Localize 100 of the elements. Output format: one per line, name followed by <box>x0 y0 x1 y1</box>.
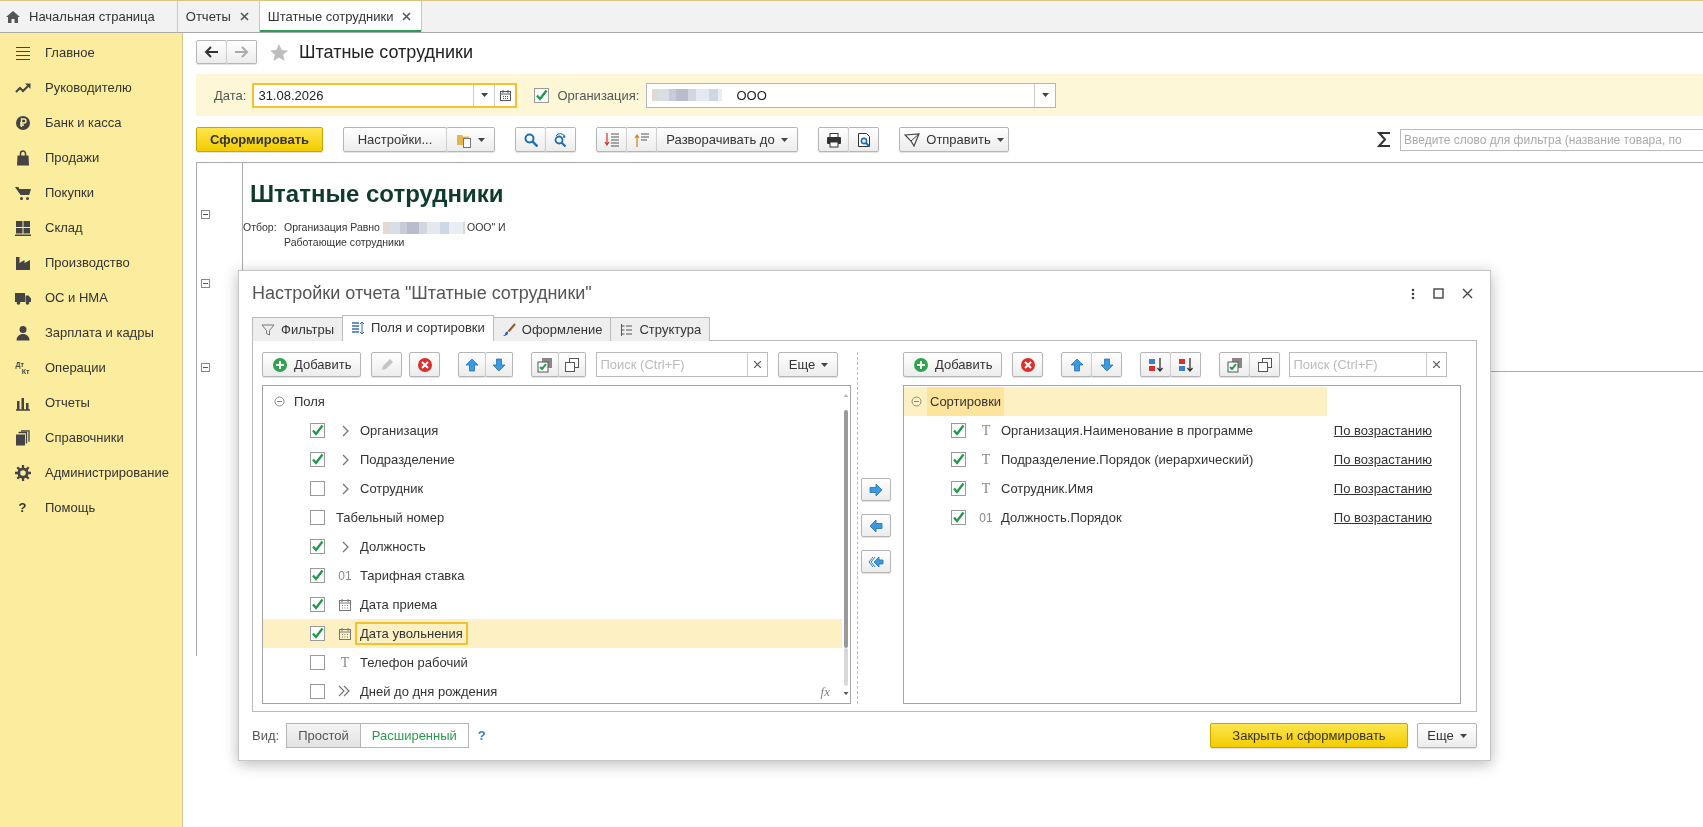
sidebar-item[interactable]: Руководителю <box>0 70 182 105</box>
view-option[interactable]: Расширенный <box>359 723 469 748</box>
delete-button[interactable] <box>1012 352 1044 377</box>
add-button[interactable]: Добавить <box>262 352 362 377</box>
checkbox[interactable] <box>310 481 325 496</box>
tree-row[interactable]: Дата увольнения <box>263 619 842 648</box>
checkbox[interactable] <box>310 452 325 467</box>
collapse-icon[interactable] <box>274 396 285 407</box>
checkbox[interactable] <box>534 87 550 103</box>
checkbox[interactable] <box>310 539 325 554</box>
tree-row[interactable]: Подразделение <box>263 445 842 474</box>
organization-field[interactable]: ООО <box>646 82 1057 108</box>
check-all-button[interactable] <box>531 352 560 377</box>
expand-button[interactable] <box>626 127 657 152</box>
more-button[interactable]: Еще <box>1417 723 1477 748</box>
sort-ascending-button[interactable] <box>1140 352 1172 377</box>
close-icon[interactable] <box>402 12 412 21</box>
checkbox[interactable] <box>951 452 966 467</box>
send-button[interactable]: Отправить <box>899 127 1009 152</box>
tab[interactable]: Структура <box>610 317 711 341</box>
collapse-button[interactable] <box>596 127 627 152</box>
uncheck-all-button[interactable] <box>1249 352 1281 377</box>
sidebar-item[interactable]: Администрирование <box>0 455 182 490</box>
collapse-icon[interactable] <box>201 210 210 219</box>
back-button[interactable] <box>196 40 227 64</box>
more-icon[interactable] <box>1411 287 1415 300</box>
maximize-icon[interactable] <box>1433 288 1444 299</box>
star-icon[interactable] <box>269 42 289 62</box>
sort-direction-link[interactable]: По возрастанию <box>1333 481 1432 496</box>
search-button[interactable] <box>515 127 546 152</box>
tree-item[interactable]: Сортировки <box>927 387 1005 416</box>
tree-row[interactable]: Дней до дня рождения fx <box>263 677 842 706</box>
move-up-button[interactable] <box>458 352 487 377</box>
checkbox[interactable] <box>310 684 325 699</box>
uncheck-all-button[interactable] <box>558 352 587 377</box>
sort-direction-link[interactable]: По возрастанию <box>1333 510 1432 525</box>
tree-row[interactable]: Дата приема <box>263 590 842 619</box>
close-and-generate-button[interactable]: Закрыть и сформировать <box>1210 723 1408 748</box>
check-all-button[interactable] <box>1219 352 1251 377</box>
tab[interactable]: Оформление <box>492 317 612 341</box>
help-link[interactable]: ? <box>477 728 486 743</box>
settings-button[interactable]: Настройки... <box>343 127 447 152</box>
add-field-button[interactable] <box>861 478 891 501</box>
checkbox[interactable] <box>310 655 325 670</box>
close-icon[interactable] <box>1462 288 1473 299</box>
print-button[interactable] <box>818 127 849 152</box>
tree-row[interactable]: Табельный номер <box>263 503 842 532</box>
checkbox[interactable] <box>310 423 325 438</box>
checkbox[interactable] <box>310 626 325 641</box>
bag-icon <box>14 149 31 166</box>
delete-button[interactable] <box>409 352 441 377</box>
checkbox[interactable] <box>310 510 325 525</box>
add-button[interactable]: Добавить <box>903 352 1003 377</box>
sidebar-item[interactable]: Отчеты <box>0 385 182 420</box>
more-button[interactable]: Еще <box>778 352 839 377</box>
checkbox[interactable] <box>951 510 966 525</box>
checkbox[interactable] <box>951 481 966 496</box>
tree-row[interactable]: T Телефон рабочий <box>263 648 842 677</box>
tree-row[interactable]: 01 Тарифная ставка <box>263 561 842 590</box>
sidebar-item[interactable]: Банк и касса <box>0 105 182 140</box>
remove-field-button[interactable] <box>861 514 891 537</box>
sidebar-item[interactable]: Производство <box>0 245 182 280</box>
tree-row[interactable]: Сотрудник <box>263 474 842 503</box>
collapse-icon[interactable] <box>201 279 210 288</box>
sidebar-item[interactable]: Покупки <box>0 175 182 210</box>
date-field[interactable]: 31.08.2026 <box>252 82 518 108</box>
tree-row[interactable]: Должность <box>263 532 842 561</box>
sort-direction-link[interactable]: По возрастанию <box>1333 452 1432 467</box>
sidebar-item[interactable]: Склад <box>0 210 182 245</box>
close-icon[interactable] <box>239 12 249 21</box>
expand-to-dropdown[interactable]: Разворачивать до <box>656 127 798 152</box>
tab[interactable]: Штатные сотрудники <box>259 1 423 32</box>
checkbox[interactable] <box>951 423 966 438</box>
move-up-button[interactable] <box>1061 352 1093 377</box>
edit-button[interactable] <box>371 352 403 377</box>
remove-all-button[interactable] <box>861 550 891 573</box>
move-down-button[interactable] <box>1091 352 1123 377</box>
sidebar-item[interactable]: Главное <box>0 35 182 70</box>
checkbox[interactable] <box>310 568 325 583</box>
collapse-icon[interactable] <box>911 396 922 407</box>
sort-direction-link[interactable]: По возрастанию <box>1333 423 1432 438</box>
view-option[interactable]: Простой <box>286 723 361 748</box>
preview-button[interactable] <box>848 127 879 152</box>
tab[interactable]: Поля и сортировки <box>342 315 494 341</box>
tab[interactable]: Фильтры <box>252 317 343 341</box>
move-down-button[interactable] <box>485 352 514 377</box>
sidebar-item[interactable]: Продажи <box>0 140 182 175</box>
collapse-icon[interactable] <box>201 363 210 372</box>
generate-button[interactable]: Сформировать <box>196 127 323 152</box>
sidebar-item[interactable]: Зарплата и кадры <box>0 315 182 350</box>
sort-descending-button[interactable] <box>1170 352 1202 377</box>
report-variant-button[interactable] <box>446 127 495 152</box>
sidebar-item[interactable]: ОС и НМА <box>0 280 182 315</box>
checkbox[interactable] <box>310 597 325 612</box>
sum-icon[interactable] <box>1377 131 1391 148</box>
tree-row[interactable]: Организация <box>263 416 842 445</box>
sidebar-item[interactable]: Справочники <box>0 420 182 455</box>
search-next-button[interactable] <box>545 127 576 152</box>
tree-item[interactable]: Поля <box>294 394 325 409</box>
sidebar-item[interactable]: ? Помощь <box>0 490 182 525</box>
